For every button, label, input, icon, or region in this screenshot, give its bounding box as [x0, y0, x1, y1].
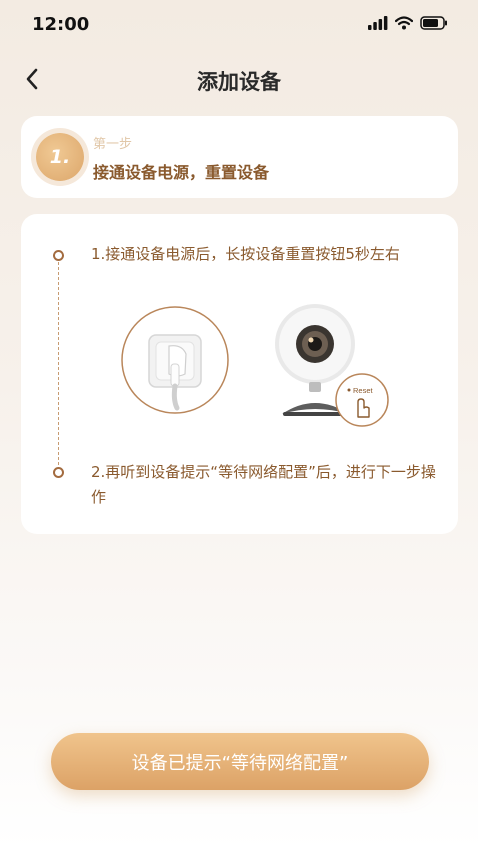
timeline-dot [53, 250, 64, 261]
reset-label: Reset [353, 386, 374, 395]
page-title: 添加设备 [197, 70, 281, 94]
timeline-line [58, 262, 59, 465]
status-time: 12:00 [32, 14, 90, 35]
reset-illustration: Reset [121, 304, 389, 427]
step-number-badge: 1. [36, 133, 84, 181]
instruction-card: 1.接通设备电源后，长按设备重置按钮5秒左右 Reset 2.再听到设备提示“等… [21, 214, 458, 534]
instruction-step-2: 2.再听到设备提示“等待网络配置”后，进行下一步操作 [91, 463, 436, 506]
battery-icon [420, 16, 447, 30]
wifi-icon [395, 16, 413, 30]
status-bar: 12:00 [0, 0, 478, 50]
reset-badge: Reset [335, 373, 389, 427]
nav-bar: 添加设备 [0, 56, 478, 104]
power-socket-icon [121, 306, 229, 414]
step-card: 1. 第一步 接通设备电源，重置设备 [21, 116, 458, 198]
instruction-step-1: 1.接通设备电源后，长按设备重置按钮5秒左右 [91, 245, 400, 263]
step-title: 接通设备电源，重置设备 [93, 163, 270, 182]
device-prompted-button[interactable]: 设备已提示“等待网络配置” [51, 733, 429, 790]
status-icons [368, 16, 448, 30]
timeline-dot [53, 467, 64, 478]
signal-icon [368, 16, 388, 30]
step-label: 第一步 [93, 137, 133, 152]
